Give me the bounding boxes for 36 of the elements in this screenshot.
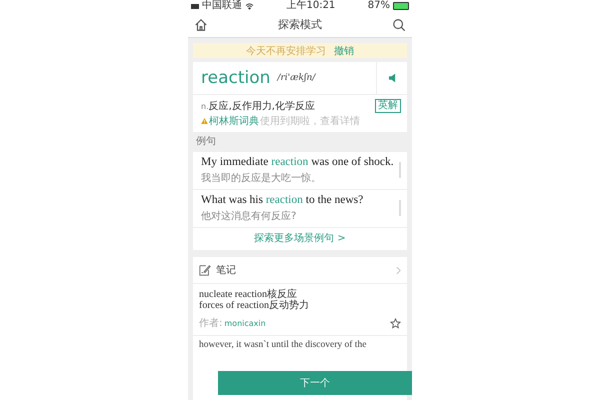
dictionary-source-link[interactable]: 柯林斯词典	[209, 114, 259, 128]
author-name[interactable]: monicaxin	[224, 318, 266, 328]
note-text: however, it wasn`t until the discovery of the	[198, 339, 368, 352]
headword: reaction	[200, 68, 270, 88]
battery-percent: 87%	[368, 0, 390, 12]
expiry-note: 使用到期啦，查看详情	[260, 114, 360, 128]
speaker-icon	[388, 73, 396, 83]
undo-link[interactable]: 撤销	[334, 44, 354, 58]
home-icon[interactable]	[194, 18, 208, 32]
note-text: forces of reaction反动势力	[199, 300, 310, 311]
note-edit-icon	[199, 264, 211, 276]
scroll-indicator	[399, 200, 401, 216]
search-icon[interactable]	[392, 18, 406, 32]
example-sentence: What was his reaction to the news?	[201, 194, 364, 206]
screen-title: 探索模式	[278, 17, 322, 32]
note-text: nucleate reaction核反应	[199, 289, 298, 300]
section-label: 例句	[195, 136, 217, 148]
english-definition-button[interactable]: 英解	[375, 99, 401, 113]
warning-icon	[201, 118, 208, 124]
next-button[interactable]: 下一个	[218, 371, 412, 395]
example-translation: 他对这消息有何反应?	[201, 210, 298, 223]
notes-title: 笔记	[216, 264, 236, 277]
definition: n.反应,反作用力,化学反应	[201, 100, 315, 113]
example-sentence: My immediate reaction was one of shock.	[201, 156, 393, 168]
wifi-icon	[245, 2, 254, 10]
phonetic: /ri'ækʃn/	[277, 73, 316, 83]
example-translation: 我当即的反应是大吃一惊。	[201, 172, 322, 185]
more-examples-link[interactable]: 探索更多场景例句 >	[254, 233, 346, 244]
battery-icon	[393, 2, 409, 10]
notice-text: 今天不再安排学习	[246, 44, 326, 58]
status-time: 上午10:21	[286, 0, 336, 12]
author-label: 作者:	[199, 316, 222, 330]
star-icon[interactable]	[390, 318, 401, 328]
signal-icon	[191, 4, 199, 8]
carrier-label: 中国联通	[202, 0, 242, 12]
scroll-indicator	[399, 162, 401, 178]
